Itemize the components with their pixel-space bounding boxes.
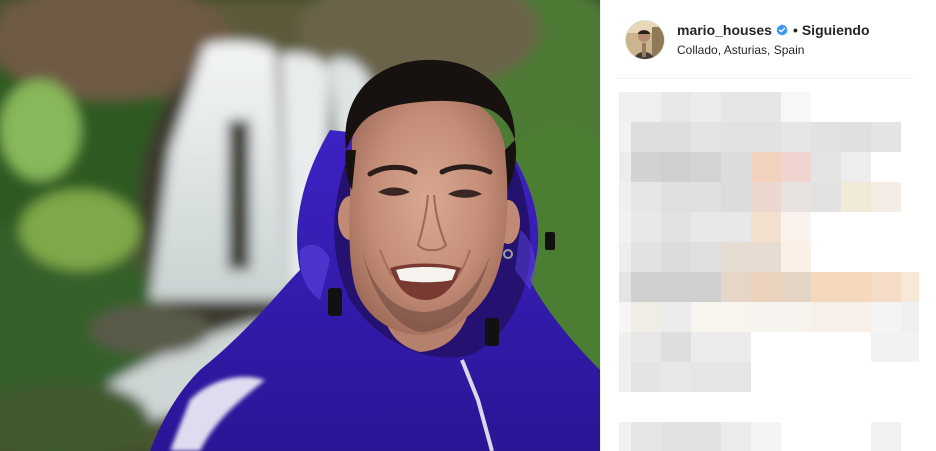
header-divider <box>617 78 913 79</box>
user-line: mario_houses • Siguiendo <box>677 21 870 39</box>
post-header: mario_houses • Siguiendo Collado, Asturi… <box>625 18 915 62</box>
username-link[interactable]: mario_houses <box>677 21 772 39</box>
location-link[interactable]: Collado, Asturias, Spain <box>677 41 870 59</box>
selfie-photo-image <box>0 0 600 451</box>
instagram-post: mario_houses • Siguiendo Collado, Asturi… <box>0 0 936 451</box>
separator-dot: • <box>792 22 798 38</box>
pixelated-comments <box>619 92 919 451</box>
following-button[interactable]: Siguiendo <box>802 21 870 39</box>
avatar-image <box>626 21 664 59</box>
post-side-panel: mario_houses • Siguiendo Collado, Asturi… <box>600 0 936 451</box>
avatar[interactable] <box>625 20 665 60</box>
post-photo[interactable] <box>0 0 600 451</box>
header-text: mario_houses • Siguiendo Collado, Asturi… <box>677 21 870 59</box>
verified-badge-icon <box>776 24 788 36</box>
comments-area-pixelated <box>619 92 919 451</box>
